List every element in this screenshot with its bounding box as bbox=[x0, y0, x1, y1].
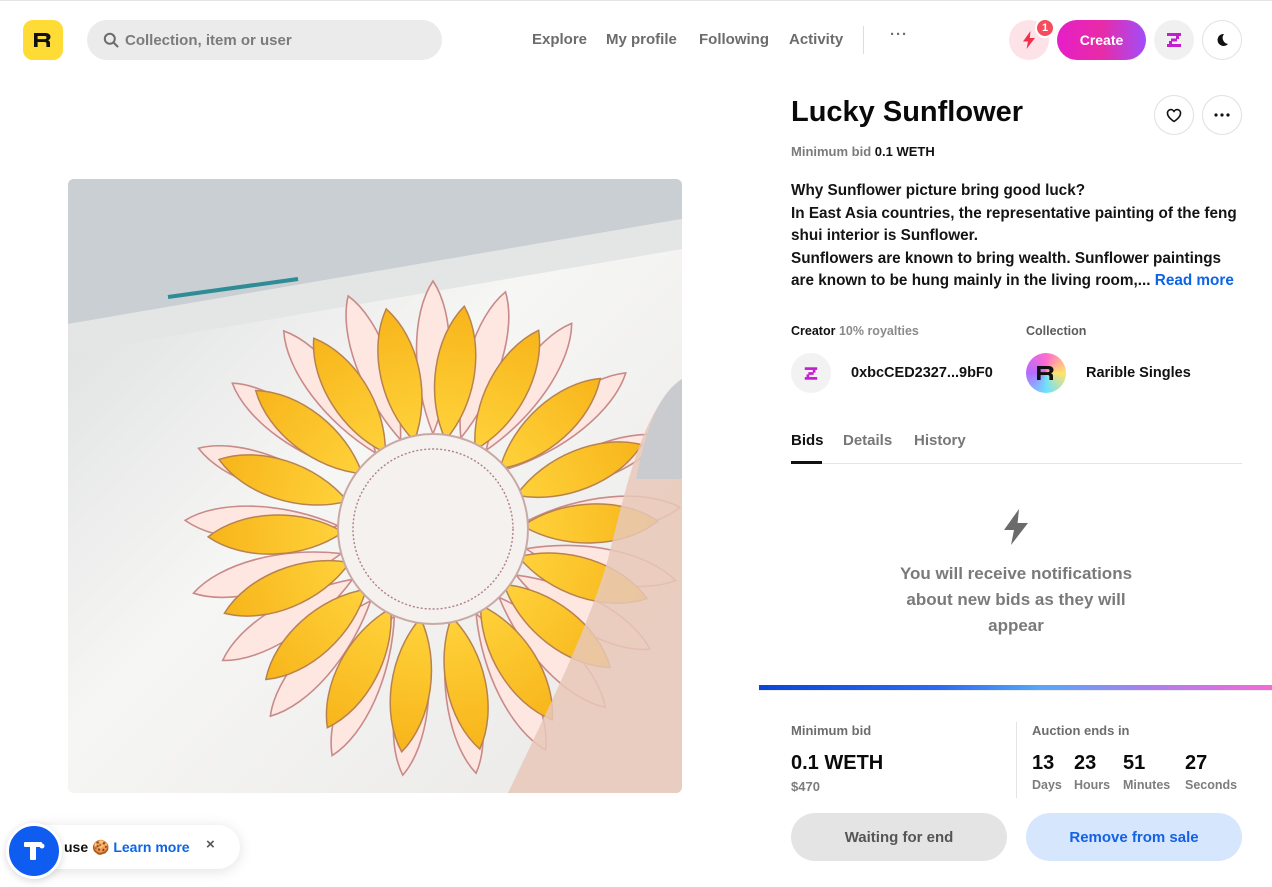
countdown-minutes-value: 51 bbox=[1123, 752, 1146, 774]
nav-explore[interactable]: Explore bbox=[532, 31, 587, 48]
remove-from-sale-button[interactable]: Remove from sale bbox=[1026, 813, 1242, 861]
rarible-collection-icon bbox=[1037, 366, 1054, 380]
creator-label: Creator bbox=[791, 324, 836, 338]
description-line: shui interior is Sunflower. bbox=[791, 227, 978, 245]
royalties-label: 10% royalties bbox=[838, 324, 919, 338]
bids-empty-message: You will receive notifications about new… bbox=[886, 561, 1146, 639]
minimum-bid-summary: Minimum bid 0.1 WETH bbox=[791, 144, 935, 159]
like-button[interactable] bbox=[1154, 95, 1194, 135]
tab-details[interactable]: Details bbox=[843, 432, 892, 449]
lightning-icon bbox=[1023, 31, 1035, 49]
auction-usd-value: $470 bbox=[791, 779, 820, 794]
close-icon[interactable]: × bbox=[206, 836, 215, 853]
item-description: Why Sunflower picture bring good luck? I… bbox=[791, 180, 1241, 293]
search-bar[interactable] bbox=[87, 20, 442, 60]
bottom-divider bbox=[759, 690, 1272, 691]
countdown-minutes-unit: Minutes bbox=[1123, 778, 1171, 792]
nav-following[interactable]: Following bbox=[699, 31, 769, 48]
active-tab-indicator bbox=[791, 461, 822, 464]
item-title: Lucky Sunflower bbox=[791, 96, 1024, 128]
auction-min-bid-value: 0.1 WETH bbox=[791, 752, 884, 774]
minimum-bid-value: 0.1 WETH bbox=[874, 144, 935, 159]
nft-artwork-image[interactable] bbox=[68, 179, 682, 793]
tab-history[interactable]: History bbox=[914, 432, 966, 449]
creator-address[interactable]: 0xbcCED2327...9bF0 bbox=[851, 365, 993, 381]
create-button[interactable]: Create bbox=[1057, 20, 1146, 60]
moon-icon bbox=[1217, 33, 1228, 46]
countdown-seconds-unit: Seconds bbox=[1185, 778, 1238, 792]
item-more-button[interactable] bbox=[1202, 95, 1242, 135]
learn-more-link[interactable]: Learn more bbox=[113, 839, 189, 855]
tabs-divider bbox=[791, 463, 1242, 464]
notification-badge: 1 bbox=[1035, 18, 1055, 38]
top-border bbox=[0, 0, 1272, 1]
theme-toggle-button[interactable] bbox=[1202, 20, 1242, 60]
auction-ends-label: Auction ends in bbox=[1032, 723, 1130, 738]
description-line: Sunflowers are known to bring wealth. Su… bbox=[791, 249, 1222, 267]
creator-avatar-icon bbox=[804, 366, 818, 380]
rarible-logo-icon bbox=[34, 33, 51, 47]
creator-avatar[interactable] bbox=[791, 353, 831, 393]
empty-message-line: about new bids as they will bbox=[906, 590, 1126, 609]
nav-activity[interactable]: Activity bbox=[789, 31, 843, 48]
description-line: Why Sunflower picture bring good luck? bbox=[791, 182, 1086, 199]
lightning-empty-icon bbox=[1002, 508, 1030, 551]
tab-bids[interactable]: Bids bbox=[791, 432, 824, 449]
wallet-avatar-icon bbox=[1167, 33, 1181, 47]
search-input[interactable] bbox=[125, 31, 425, 49]
description-line: In East Asia countries, the representati… bbox=[791, 204, 1237, 222]
countdown-hours-unit: Hours bbox=[1074, 778, 1111, 792]
search-icon bbox=[103, 32, 119, 48]
rarible-logo[interactable] bbox=[23, 20, 63, 60]
t-logo-icon bbox=[24, 842, 45, 860]
nav-divider bbox=[863, 26, 864, 54]
auction-divider bbox=[1016, 722, 1017, 798]
cookie-message: use 🍪 bbox=[64, 839, 110, 855]
nav-my-profile[interactable]: My profile bbox=[606, 31, 677, 48]
empty-message-line: You will receive notifications bbox=[899, 564, 1133, 583]
collection-avatar[interactable] bbox=[1026, 353, 1066, 393]
waiting-for-end-button[interactable]: Waiting for end bbox=[791, 813, 1007, 861]
collection-name[interactable]: Rarible Singles bbox=[1086, 365, 1191, 381]
countdown-seconds-value: 27 bbox=[1185, 752, 1208, 774]
cookie-text: use 🍪 Learn more bbox=[64, 839, 190, 856]
collection-label: Collection bbox=[1026, 324, 1087, 338]
description-line-text: are known to be hung mainly in the livin… bbox=[791, 272, 1151, 290]
countdown-days-unit: Days bbox=[1032, 778, 1062, 792]
minimum-bid-label: Minimum bid bbox=[791, 144, 872, 159]
support-widget-button[interactable] bbox=[6, 823, 62, 879]
read-more-link[interactable]: Read more bbox=[1155, 272, 1234, 289]
countdown-days-value: 13 bbox=[1032, 752, 1055, 774]
auction-min-bid-label: Minimum bid bbox=[791, 723, 872, 738]
description-line: are known to be hung mainly in the livin… bbox=[791, 270, 1241, 293]
sunflower-artwork bbox=[68, 179, 682, 793]
wallet-button[interactable] bbox=[1154, 20, 1194, 60]
countdown-hours-value: 23 bbox=[1074, 752, 1097, 774]
heart-icon bbox=[1166, 108, 1182, 122]
more-dots-icon bbox=[1214, 113, 1230, 117]
creator-heading: Creator 10% royalties bbox=[791, 324, 919, 338]
empty-message-line: appear bbox=[988, 616, 1044, 635]
nav-more-button[interactable]: ··· bbox=[890, 26, 908, 43]
